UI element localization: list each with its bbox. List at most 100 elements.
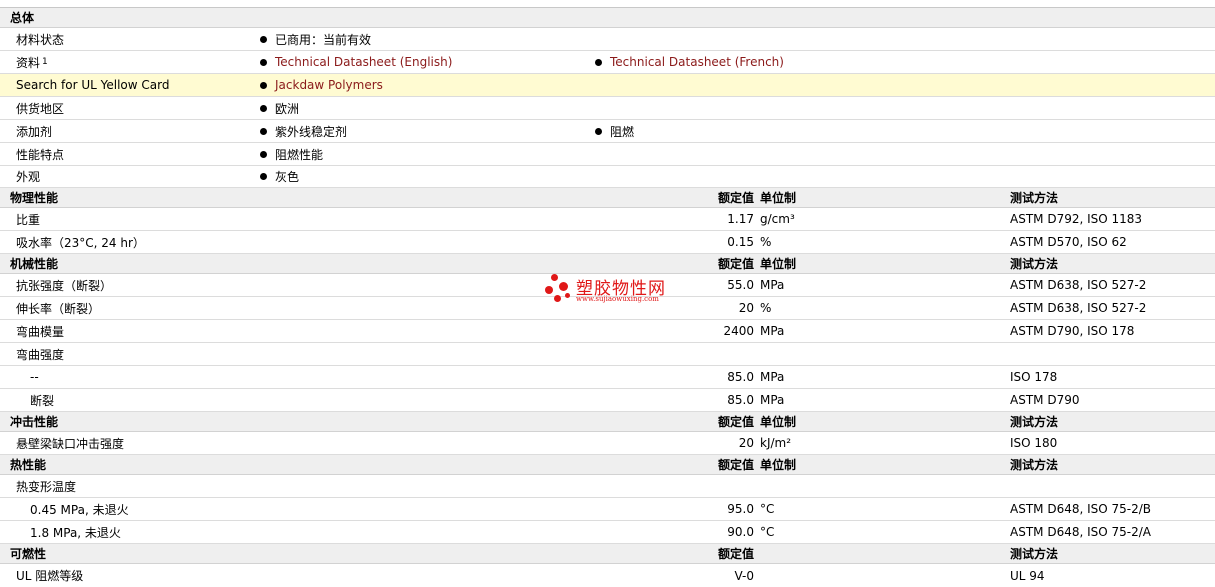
unit-header: 单位制 — [760, 191, 797, 205]
table-row: 比重 1.17 g/cm³ ASTM D792, ISO 1183 — [0, 208, 1215, 231]
section-physical-header: 物理性能 额定值 单位制 测试方法 — [0, 188, 1215, 208]
bullet-icon — [260, 58, 267, 66]
property-value: 20 — [738, 436, 754, 450]
datasheet-english-link[interactable]: Technical Datasheet (English) — [275, 55, 452, 69]
nominal-header: 额定值 — [717, 547, 754, 561]
bullet-text: 紫外线稳定剂 — [275, 124, 348, 139]
section-impact-header: 冲击性能 额定值 单位制 测试方法 — [0, 412, 1215, 432]
bullet-text: 阻燃 — [610, 124, 635, 139]
property-method: ASTM D790, ISO 178 — [1010, 324, 1135, 338]
nominal-header: 额定值 — [717, 458, 754, 472]
nominal-header: 额定值 — [717, 415, 754, 429]
table-row: 断裂 85.0 MPa ASTM D790 — [0, 389, 1215, 412]
property-method: ASTM D790 — [1010, 393, 1080, 407]
footnote-marker: 1 — [42, 57, 48, 67]
unit-header: 单位制 — [760, 415, 797, 429]
row-label: 材料状态 — [16, 32, 65, 47]
property-value: V-0 — [734, 568, 754, 583]
bullet-icon — [260, 127, 267, 135]
bullet-item: Technical Datasheet (French) — [595, 51, 784, 73]
bullet-item: Jackdaw Polymers — [260, 74, 383, 96]
logo-dot-icon — [551, 274, 558, 281]
logo-dot-icon — [565, 293, 570, 298]
row-material-status: 材料状态 已商用：当前有效 — [0, 28, 1215, 51]
property-unit: % — [760, 235, 772, 249]
section-mechanical-header: 机械性能 额定值 单位制 测试方法 — [0, 254, 1215, 274]
bullet-icon — [260, 104, 267, 112]
datasheet-french-link[interactable]: Technical Datasheet (French) — [610, 55, 784, 69]
property-method: ASTM D638, ISO 527-2 — [1010, 278, 1147, 292]
table-row: 0.45 MPa, 未退火 95.0 °C ASTM D648, ISO 75-… — [0, 498, 1215, 521]
row-region: 供货地区 欧洲 — [0, 97, 1215, 120]
row-appearance: 外观 灰色 — [0, 166, 1215, 188]
bullet-text: 灰色 — [275, 170, 300, 184]
property-unit: % — [760, 301, 772, 315]
property-method: ASTM D570, ISO 62 — [1010, 235, 1127, 249]
row-ul-yellow-card: Search for UL Yellow Card Jackdaw Polyme… — [0, 74, 1215, 97]
bullet-text: 欧洲 — [275, 101, 300, 116]
table-row: UL 阻燃等级 V-0 UL 94 — [0, 564, 1215, 587]
bullet-icon — [260, 81, 267, 89]
row-documents: 资料 1 Technical Datasheet (English) Techni… — [0, 51, 1215, 74]
method-header: 测试方法 — [1010, 257, 1059, 271]
property-unit: MPa — [760, 324, 785, 338]
table-row: 弯曲模量 2400 MPa ASTM D790, ISO 178 — [0, 320, 1215, 343]
logo-dot-icon — [545, 286, 553, 294]
method-header: 测试方法 — [1010, 458, 1059, 472]
section-flammability-header: 可燃性 额定值 测试方法 — [0, 544, 1215, 564]
section-thermal-header: 热性能 额定值 单位制 测试方法 — [0, 455, 1215, 475]
bullet-icon — [595, 127, 602, 135]
bullet-text: 已商用：当前有效 — [275, 32, 372, 47]
bullet-item: 欧洲 — [260, 97, 299, 119]
row-label: 供货地区 — [16, 101, 65, 116]
method-header: 测试方法 — [1010, 415, 1059, 429]
unit-header: 单位制 — [760, 458, 797, 472]
property-label: 热变形温度 — [16, 479, 77, 494]
property-unit: kJ/m² — [760, 436, 792, 450]
nominal-header: 额定值 — [717, 257, 754, 271]
property-value: 85.0 — [727, 370, 754, 384]
bullet-item: 已商用：当前有效 — [260, 28, 371, 50]
bullet-item: 阻燃 — [595, 120, 634, 142]
property-unit: °C — [760, 502, 775, 516]
property-unit: MPa — [760, 370, 785, 384]
bullet-item: Technical Datasheet (English) — [260, 51, 452, 73]
row-label: 外观 — [16, 170, 41, 184]
bullet-text: 阻燃性能 — [275, 147, 324, 162]
property-value: 2400 — [723, 324, 754, 338]
row-label: Search for UL Yellow Card — [16, 78, 170, 92]
property-value: 90.0 — [727, 525, 754, 539]
property-value: 1.17 — [727, 212, 754, 226]
bullet-item: 紫外线稳定剂 — [260, 120, 347, 142]
table-row: 吸水率（23°C, 24 hr） 0.15 % ASTM D570, ISO 6… — [0, 231, 1215, 254]
watermark-logo: 塑胶物性网 www.sujiaowuxing.com — [545, 272, 685, 308]
property-method: ISO 178 — [1010, 370, 1058, 384]
property-value: 0.15 — [727, 235, 754, 249]
property-value: 85.0 — [727, 393, 754, 407]
table-row-group: 弯曲强度 — [0, 343, 1215, 366]
row-label: 性能特点 — [16, 147, 65, 162]
watermark-url: www.sujiaowuxing.com — [576, 295, 659, 303]
property-method: ASTM D638, ISO 527-2 — [1010, 301, 1147, 315]
logo-dot-icon — [559, 282, 568, 291]
table-row: 悬壁梁缺口冲击强度 20 kJ/m² ISO 180 — [0, 432, 1215, 455]
property-unit: °C — [760, 525, 775, 539]
property-method: ISO 180 — [1010, 436, 1058, 450]
bullet-item: 灰色 — [260, 166, 299, 187]
property-unit: MPa — [760, 278, 785, 292]
property-unit: MPa — [760, 393, 785, 407]
unit-header: 单位制 — [760, 257, 797, 271]
bullet-icon — [260, 150, 267, 158]
bullet-item: 阻燃性能 — [260, 143, 323, 165]
jackdaw-polymers-link[interactable]: Jackdaw Polymers — [275, 78, 383, 92]
bullet-icon — [595, 58, 602, 66]
property-method: UL 94 — [1010, 568, 1045, 583]
nominal-header: 额定值 — [717, 191, 754, 205]
section-title: 总体 — [10, 11, 35, 25]
property-method: ASTM D648, ISO 75-2/A — [1010, 525, 1151, 539]
logo-dot-icon — [554, 295, 561, 302]
property-method: ASTM D792, ISO 1183 — [1010, 212, 1143, 226]
table-row: -- 85.0 MPa ISO 178 — [0, 366, 1215, 389]
row-label: 资料 1 — [16, 55, 48, 70]
method-header: 测试方法 — [1010, 547, 1059, 561]
